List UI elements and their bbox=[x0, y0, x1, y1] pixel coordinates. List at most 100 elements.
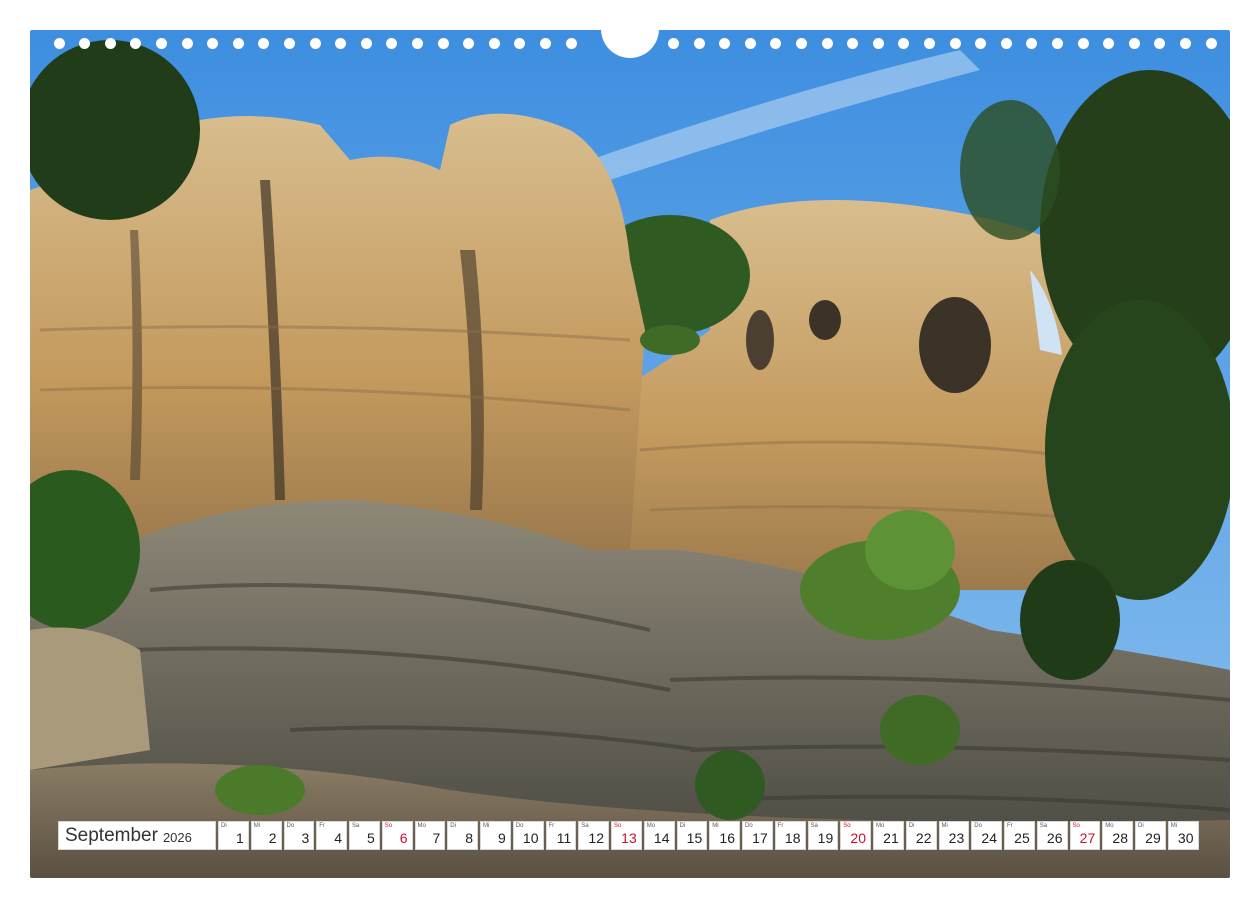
day-number: 16 bbox=[719, 830, 735, 846]
day-number: 17 bbox=[752, 830, 768, 846]
day-cell: Mo 21 bbox=[873, 821, 904, 850]
day-number: 10 bbox=[522, 830, 539, 846]
day-cell: Fr 4 bbox=[316, 821, 347, 850]
binding-hole bbox=[565, 38, 577, 49]
weekday-abbrev: Sa bbox=[810, 823, 818, 829]
weekday-abbrev: Do bbox=[286, 823, 295, 829]
day-cell: Mi 16 bbox=[709, 821, 740, 850]
day-number: 4 bbox=[334, 830, 342, 846]
weekday-abbrev: So bbox=[614, 823, 622, 829]
binding-hole bbox=[155, 38, 167, 49]
binding-hole bbox=[1205, 38, 1217, 49]
binding-hole bbox=[693, 38, 705, 49]
day-number: 24 bbox=[981, 830, 997, 846]
day-cell: Do 17 bbox=[742, 821, 773, 850]
binding-hole bbox=[795, 38, 807, 49]
weekday-abbrev: Fr bbox=[548, 823, 555, 829]
day-number: 19 bbox=[817, 830, 834, 846]
day-number: 3 bbox=[301, 830, 310, 846]
day-cell: Do 3 bbox=[283, 821, 315, 850]
weekday-abbrev: Do bbox=[515, 823, 524, 829]
day-cell: Mi 2 bbox=[250, 821, 282, 850]
calendar-strip: September 2026 Di 1 Mi 2 Do 3 Fr 4 Sa 5 So 6 Mo 7 Di 8 M… bbox=[58, 821, 1201, 850]
weekday-abbrev: Fr bbox=[1007, 823, 1013, 829]
weekday-abbrev: Fr bbox=[319, 823, 325, 829]
day-cell: Do 24 bbox=[971, 821, 1002, 850]
day-number: 26 bbox=[1046, 830, 1063, 846]
day-number: 20 bbox=[850, 830, 866, 846]
day-number: 21 bbox=[883, 830, 899, 846]
weekday-abbrev: Mo bbox=[417, 823, 426, 829]
day-cell: Mo 7 bbox=[414, 821, 446, 850]
binding-hole bbox=[847, 38, 859, 49]
binding-hole bbox=[360, 38, 372, 49]
day-number: 27 bbox=[1079, 830, 1096, 846]
day-number: 25 bbox=[1014, 830, 1030, 846]
month-label-box: September 2026 bbox=[58, 821, 216, 850]
day-number: 15 bbox=[686, 830, 703, 846]
day-number: 2 bbox=[268, 830, 277, 846]
weekday-abbrev: Sa bbox=[352, 823, 360, 829]
day-number: 6 bbox=[399, 830, 408, 846]
binding-hole bbox=[232, 38, 244, 49]
day-number: 28 bbox=[1112, 830, 1128, 846]
binding-hole bbox=[283, 38, 295, 49]
day-number: 30 bbox=[1177, 830, 1194, 846]
binding-hole bbox=[1000, 38, 1012, 49]
day-cell: So 20 bbox=[840, 821, 871, 850]
day-cell: Mi 30 bbox=[1167, 821, 1199, 850]
binding-hole bbox=[386, 38, 398, 49]
binding-hole bbox=[770, 38, 782, 49]
day-number: 9 bbox=[497, 830, 506, 846]
binding-hole bbox=[258, 38, 270, 49]
month-name: September bbox=[65, 824, 158, 846]
day-number: 22 bbox=[915, 830, 932, 846]
day-cell: Di 29 bbox=[1135, 821, 1166, 850]
binding-hole bbox=[53, 38, 65, 49]
day-cell: Fr 25 bbox=[1004, 821, 1035, 850]
binding-hole bbox=[949, 38, 961, 49]
binding-hole bbox=[1128, 38, 1140, 49]
day-cell: Mi 23 bbox=[938, 821, 970, 850]
binding-hole bbox=[539, 38, 551, 49]
weekday-abbrev: Di bbox=[1138, 823, 1144, 829]
weekday-abbrev: Mo bbox=[1105, 823, 1114, 829]
binding-hole bbox=[872, 38, 884, 49]
day-cell: Di 8 bbox=[447, 821, 478, 850]
weekday-abbrev: Mi bbox=[483, 823, 490, 829]
binding-hole bbox=[181, 38, 193, 49]
weekday-abbrev: So bbox=[843, 823, 851, 829]
binding-hole bbox=[719, 38, 731, 49]
day-cell: So 13 bbox=[611, 821, 642, 850]
binding-hole bbox=[437, 38, 449, 49]
binding-hole bbox=[488, 38, 500, 49]
binding-hole bbox=[1051, 38, 1063, 49]
binding-hole bbox=[104, 38, 116, 49]
weekday-abbrev: Di bbox=[908, 823, 915, 829]
day-number: 5 bbox=[366, 830, 375, 846]
day-number: 8 bbox=[465, 830, 473, 846]
weekday-abbrev: Do bbox=[974, 823, 982, 829]
day-number: 23 bbox=[948, 830, 965, 846]
day-cell: Sa 12 bbox=[578, 821, 609, 850]
day-cell: Mo 14 bbox=[643, 821, 675, 850]
weekday-abbrev: Mi bbox=[712, 823, 719, 829]
day-cell: Sa 19 bbox=[807, 821, 839, 850]
day-cell: Sa 26 bbox=[1036, 821, 1068, 850]
day-cell: Fr 11 bbox=[545, 821, 577, 850]
binding-hole bbox=[923, 38, 935, 49]
binding-hole bbox=[335, 38, 347, 49]
weekday-abbrev: Di bbox=[679, 823, 686, 829]
binding-hole bbox=[898, 38, 910, 49]
day-number: 18 bbox=[784, 830, 801, 846]
weekday-abbrev: Fr bbox=[777, 823, 784, 829]
binding-hole bbox=[1154, 38, 1166, 49]
day-cell: Di 15 bbox=[676, 821, 708, 850]
binding-hole bbox=[207, 38, 219, 49]
day-cells: Di 1 Mi 2 Do 3 Fr 4 Sa 5 So 6 Mo 7 Di 8 Mi 9 Do 10 Fr 11 Sa 12 S… bbox=[218, 821, 1201, 850]
day-cell: Sa 5 bbox=[349, 821, 380, 850]
binding-hole bbox=[975, 38, 987, 49]
day-cell: Di 1 bbox=[218, 821, 249, 850]
binding-hole bbox=[1077, 38, 1089, 49]
binding-hole bbox=[463, 38, 475, 49]
